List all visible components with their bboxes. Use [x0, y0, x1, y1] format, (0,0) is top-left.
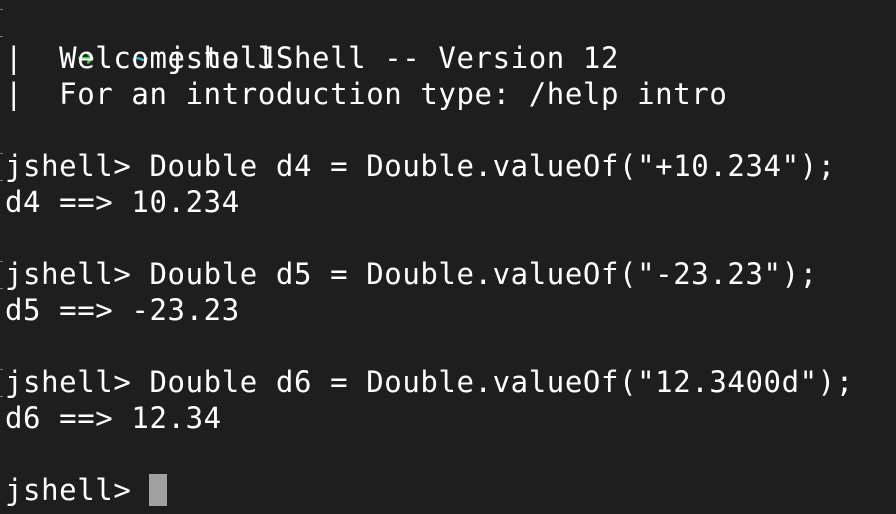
- input-line: jshell> Double d4 = Double.valueOf("+10.…: [0, 148, 896, 184]
- shell-command-line: ➜ ~ jshell: [0, 4, 896, 75]
- output-line: d6 ==> 12.34: [5, 401, 222, 435]
- input-text: Double d6 = Double.valueOf("12.3400d");: [149, 365, 854, 399]
- input-line: jshell> Double d5 = Double.valueOf("-23.…: [0, 256, 896, 292]
- text-cursor: [149, 474, 168, 506]
- line-mark: [0, 153, 3, 181]
- jshell-prompt: jshell>: [5, 149, 150, 183]
- terminal-window[interactable]: ➜ ~ jshell | Welcome to JShell -- Versio…: [0, 0, 896, 514]
- input-text: Double d4 = Double.valueOf("+10.234");: [149, 149, 836, 183]
- line-mark: [0, 369, 3, 397]
- input-text: Double d5 = Double.valueOf("-23.23");: [149, 257, 818, 291]
- banner-line: | Welcome to JShell -- Version 12: [5, 41, 620, 75]
- jshell-prompt: jshell>: [5, 257, 150, 291]
- jshell-prompt: jshell>: [5, 473, 150, 507]
- output-line: d5 ==> -23.23: [5, 293, 240, 327]
- line-mark: [0, 9, 3, 37]
- current-input-line[interactable]: jshell>: [0, 472, 896, 508]
- jshell-prompt: jshell>: [5, 365, 150, 399]
- line-mark: [0, 261, 3, 289]
- input-line: jshell> Double d6 = Double.valueOf("12.3…: [0, 364, 896, 400]
- output-line: d4 ==> 10.234: [5, 185, 240, 219]
- banner-line: | For an introduction type: /help intro: [5, 77, 728, 111]
